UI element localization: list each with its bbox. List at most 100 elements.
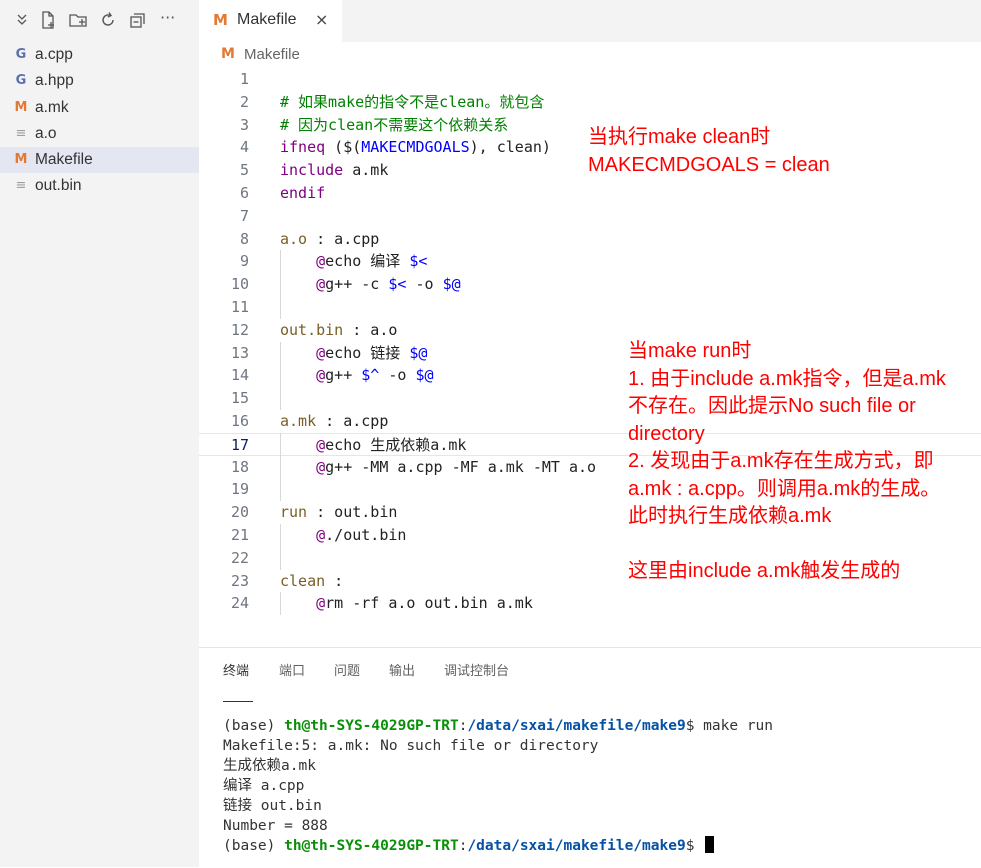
code-token: @: [280, 343, 326, 362]
line-number: 14: [230, 366, 249, 385]
makefile-icon: M: [213, 11, 228, 29]
code-line[interactable]: 11: [199, 296, 981, 319]
annotation-line: 1. 由于include a.mk指令，但是a.mk: [628, 367, 946, 390]
file-item-a-mk[interactable]: M a.mk: [0, 95, 199, 121]
tab-makefile[interactable]: M Makefile ×: [199, 0, 342, 42]
more-icon[interactable]: ···: [160, 10, 180, 30]
code-token: clean: [280, 571, 326, 590]
collapse-chevron-icon[interactable]: [12, 10, 32, 30]
code-token: : a.cpp: [307, 229, 380, 248]
code-token: a.mk: [343, 161, 389, 180]
annotation-line: 此时执行生成依赖a.mk: [628, 505, 832, 527]
annotation-line: 当make run时: [628, 340, 752, 362]
line-number: 18: [230, 457, 249, 476]
line-number: 4: [239, 138, 249, 157]
file-item-a-o[interactable]: ≡ a.o: [0, 121, 199, 147]
code-line[interactable]: 24 @rm -rf a.o out.bin a.mk: [199, 592, 981, 615]
annotation-line: directory: [628, 422, 705, 445]
code-text: # 因为clean不需要这个依赖关系: [280, 114, 508, 137]
file-name: Makefile: [35, 151, 93, 169]
file-name: a.cpp: [35, 46, 73, 63]
code-line[interactable]: 8 a.o : a.cpp: [199, 228, 981, 251]
file-tree: G a.cpp G a.hpp M a.mk ≡ a.o M Makefile …: [0, 42, 199, 200]
collapse-all-icon[interactable]: [128, 10, 148, 30]
file-item-out-bin[interactable]: ≡ out.bin: [0, 173, 199, 199]
annotation-line: MAKECMDGOALS = clean: [588, 153, 830, 176]
code-line[interactable]: 9 @echo 编译 $<: [199, 250, 981, 273]
code-token: run: [280, 503, 308, 522]
line-number: 8: [239, 229, 249, 248]
line-number: 12: [230, 320, 249, 339]
makefile-icon: M: [14, 152, 28, 168]
file-item-a-hpp[interactable]: G a.hpp: [0, 68, 199, 94]
code-text: out.bin : a.o: [280, 319, 397, 342]
code-token: ($(: [325, 138, 362, 157]
annotation-line: 不存在。因此提示No such file or: [628, 395, 916, 417]
line-number: 22: [230, 548, 249, 567]
code-line[interactable]: 1: [199, 68, 981, 91]
tab-output[interactable]: 输出: [389, 660, 415, 679]
indent-guide: [280, 341, 281, 410]
code-token: $@: [415, 366, 434, 385]
code-token: @: [280, 275, 326, 294]
bottom-panel: 终端 端口 问题 输出 调试控制台 (base) th@th-SYS-4029G…: [199, 647, 981, 868]
code-line[interactable]: 2 # 如果make的指令不是clean。就包含: [199, 91, 981, 114]
code-text: a.mk : a.cpp: [280, 410, 388, 433]
code-text: ifneq ($(MAKECMDGOALS), clean): [280, 136, 551, 159]
terminal-line: Makefile:5: a.mk: No such file or direct…: [223, 738, 599, 754]
terminal-line: Number = 888: [223, 818, 328, 834]
code-token: ifneq: [280, 138, 326, 157]
prompt-dollar: $: [685, 718, 704, 734]
code-token: rm -rf a.o out.bin a.mk: [325, 594, 533, 613]
terminal-output[interactable]: (base) th@th-SYS-4029GP-TRT:/data/sxai/m…: [223, 716, 773, 856]
line-number: 9: [239, 252, 249, 271]
line-number: 20: [230, 503, 249, 522]
code-token: :: [325, 571, 344, 590]
annotation-make-run: 当make run时 1. 由于include a.mk指令，但是a.mk 不存…: [628, 338, 946, 586]
code-text: @g++ -MM a.cpp -MF a.mk -MT a.o: [280, 456, 596, 479]
tab-debug-console[interactable]: 调试控制台: [444, 660, 509, 679]
code-token: -o: [379, 366, 416, 385]
code-line[interactable]: 6 endif: [199, 182, 981, 205]
new-file-icon[interactable]: [38, 10, 58, 30]
indent-guide: [280, 250, 281, 319]
code-token: @: [280, 526, 326, 544]
annotation-line: a.mk : a.cpp。则调用a.mk的生成。: [628, 477, 941, 500]
prompt-env: (base): [223, 838, 285, 854]
prompt-dollar: $: [685, 838, 704, 854]
code-text: a.o : a.cpp: [280, 228, 379, 251]
code-line[interactable]: 10 @g++ -c $< -o $@: [199, 273, 981, 296]
annotation-make-clean: 当执行make clean时 MAKECMDGOALS = clean: [588, 124, 830, 179]
code-text: @g++ $^ -o $@: [280, 364, 434, 387]
new-folder-icon[interactable]: [68, 10, 88, 30]
file-item-makefile[interactable]: M Makefile: [0, 147, 199, 174]
code-token: : a.o: [343, 320, 398, 339]
indent-guide: [280, 432, 281, 502]
tab-terminal[interactable]: 终端: [223, 660, 249, 679]
code-token: @: [280, 252, 326, 271]
hpp-file-icon: G: [15, 73, 27, 89]
cpp-file-icon: G: [15, 47, 27, 62]
tab-problems[interactable]: 问题: [334, 660, 360, 679]
breadcrumb-item-makefile[interactable]: Makefile: [244, 46, 300, 63]
prompt-path: /data/sxai/makefile/make9: [467, 718, 686, 734]
file-name: out.bin: [35, 177, 82, 195]
tab-ports[interactable]: 端口: [279, 660, 305, 679]
explorer-toolbar: ···: [0, 8, 199, 32]
code-text: clean :: [280, 570, 343, 593]
code-text: @echo 编译 $<: [280, 250, 427, 273]
code-text: @echo 生成依赖a.mk: [280, 434, 466, 457]
file-item-a-cpp[interactable]: G a.cpp: [0, 42, 199, 68]
code-line[interactable]: 7: [199, 205, 981, 228]
line-number: 17: [230, 435, 249, 454]
code-token: $@: [442, 275, 461, 294]
refresh-icon[interactable]: [98, 10, 118, 30]
code-token: echo 编译: [325, 252, 410, 271]
code-token: echo 链接: [325, 343, 410, 362]
code-token: $@: [409, 343, 428, 362]
terminal-line-command: (base) th@th-SYS-4029GP-TRT:/data/sxai/m…: [223, 716, 773, 736]
line-number: 6: [239, 184, 249, 202]
close-icon[interactable]: ×: [315, 10, 328, 29]
terminal-line-prompt: (base) th@th-SYS-4029GP-TRT:/data/sxai/m…: [223, 836, 773, 856]
terminal-cursor: [705, 836, 715, 853]
